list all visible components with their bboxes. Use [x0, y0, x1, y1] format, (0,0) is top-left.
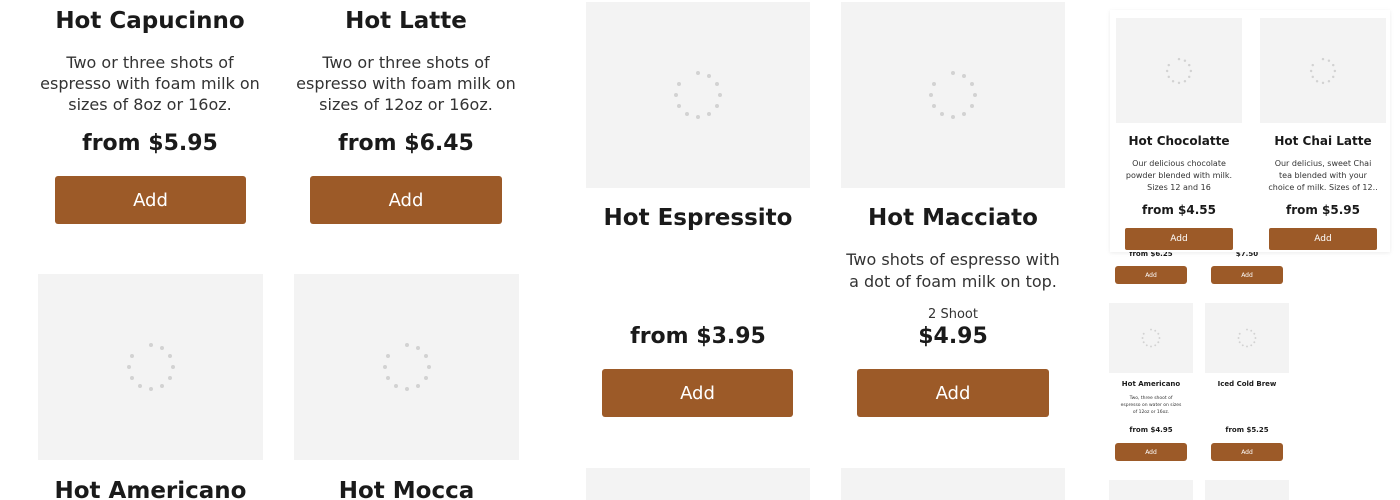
product-image-placeholder — [586, 468, 810, 500]
product-image-placeholder — [38, 274, 263, 460]
description-line: sizes of 8oz or 16oz. — [68, 95, 232, 114]
loading-spinner-icon — [126, 343, 175, 391]
description-line: sizes of 12oz or 16oz. — [319, 95, 493, 114]
mini-title: Iced Cold Brew — [1217, 380, 1277, 388]
description-line: Our delicious chocolate — [1132, 159, 1226, 168]
mini-price: from $5.95 — [1285, 203, 1361, 217]
mini-image-placeholder — [1205, 303, 1289, 373]
description-line: Sizes 12 and 16 — [1147, 183, 1211, 192]
mini-add-button[interactable]: Add — [1115, 266, 1187, 284]
product-price: from $6.45 — [338, 131, 474, 156]
product-title: Hot Mocca — [338, 478, 475, 500]
mini-description: Our delicious chocolate powder blended w… — [1116, 158, 1242, 194]
add-button[interactable]: Add — [55, 176, 246, 224]
mini-description: Our delicius, sweet Chai tea blended wit… — [1260, 158, 1386, 194]
description-line: espresso with foam milk on — [296, 74, 516, 93]
description-line: choice of milk. Sizes of 12.. — [1268, 183, 1378, 192]
loading-spinner-icon — [1309, 57, 1337, 84]
mini-image-placeholder — [1109, 303, 1193, 373]
add-button[interactable]: Add — [857, 369, 1049, 417]
description-line: Two or three shots of — [66, 53, 234, 72]
mini-image-placeholder — [1260, 18, 1386, 123]
product-price: $4.95 — [918, 324, 988, 349]
description-line: tea blended with your — [1279, 171, 1367, 180]
product-image-placeholder — [294, 274, 519, 460]
mini-add-button[interactable]: Add — [1115, 443, 1187, 461]
add-button[interactable]: Add — [602, 369, 793, 417]
loading-spinner-icon — [929, 71, 977, 119]
loading-spinner-icon — [1141, 328, 1161, 348]
description-line: a dot of foam milk on top. — [849, 272, 1057, 291]
product-description: Two shots of espresso with a dot of foam… — [841, 249, 1065, 293]
product-price: from $3.95 — [630, 324, 766, 349]
description-line: Two, three shoot of — [1129, 396, 1173, 401]
mini-add-button[interactable]: Add — [1269, 228, 1377, 250]
product-image-placeholder — [841, 2, 1065, 188]
product-description: Two or three shots of espresso with foam… — [40, 52, 260, 115]
description-line: Our delicius, sweet Chai — [1274, 159, 1372, 168]
mini-add-button[interactable]: Add — [1211, 266, 1283, 284]
loading-spinner-icon — [382, 343, 431, 391]
mini-description: Two, three shoot of espresso on water on… — [1109, 395, 1193, 416]
mini-title: Hot Chai Latte — [1274, 134, 1372, 148]
product-image-placeholder — [586, 2, 810, 188]
mini-price: from $4.95 — [1129, 426, 1173, 434]
mini-image-placeholder — [1109, 480, 1193, 500]
mini-title: Hot Americano — [1121, 380, 1181, 388]
loading-spinner-icon — [1165, 57, 1193, 84]
description-line: Two shots of espresso with — [846, 250, 1060, 269]
product-title: Hot Latte — [345, 8, 467, 34]
product-title: Hot Macciato — [868, 205, 1038, 231]
mini-image-placeholder — [1205, 480, 1289, 500]
mini-image-placeholder — [1116, 18, 1242, 123]
product-title: Hot Americano — [54, 478, 247, 500]
product-image-placeholder — [841, 468, 1065, 500]
mini-title: Hot Chocolatte — [1128, 134, 1230, 148]
description-line: powder blended with milk. — [1125, 171, 1233, 180]
product-title: Hot Capucinno — [55, 8, 245, 34]
description-line: espresso with foam milk on — [40, 74, 260, 93]
mini-price: from $5.25 — [1225, 426, 1269, 434]
add-button[interactable]: Add — [310, 176, 502, 224]
product-title: Hot Espressito — [603, 205, 793, 231]
description-line: espresso on water on sizes — [1120, 403, 1182, 408]
product-price: from $5.95 — [82, 131, 218, 156]
mini-add-button[interactable]: Add — [1125, 228, 1233, 250]
loading-spinner-icon — [1237, 328, 1257, 348]
mini-price: from $4.55 — [1141, 203, 1217, 217]
loading-spinner-icon — [674, 71, 722, 119]
mini-add-button[interactable]: Add — [1211, 443, 1283, 461]
description-line: Two or three shots of — [322, 53, 490, 72]
product-description: Two or three shots of espresso with foam… — [296, 52, 516, 115]
description-line: of 12oz or 16oz. — [1132, 410, 1170, 415]
